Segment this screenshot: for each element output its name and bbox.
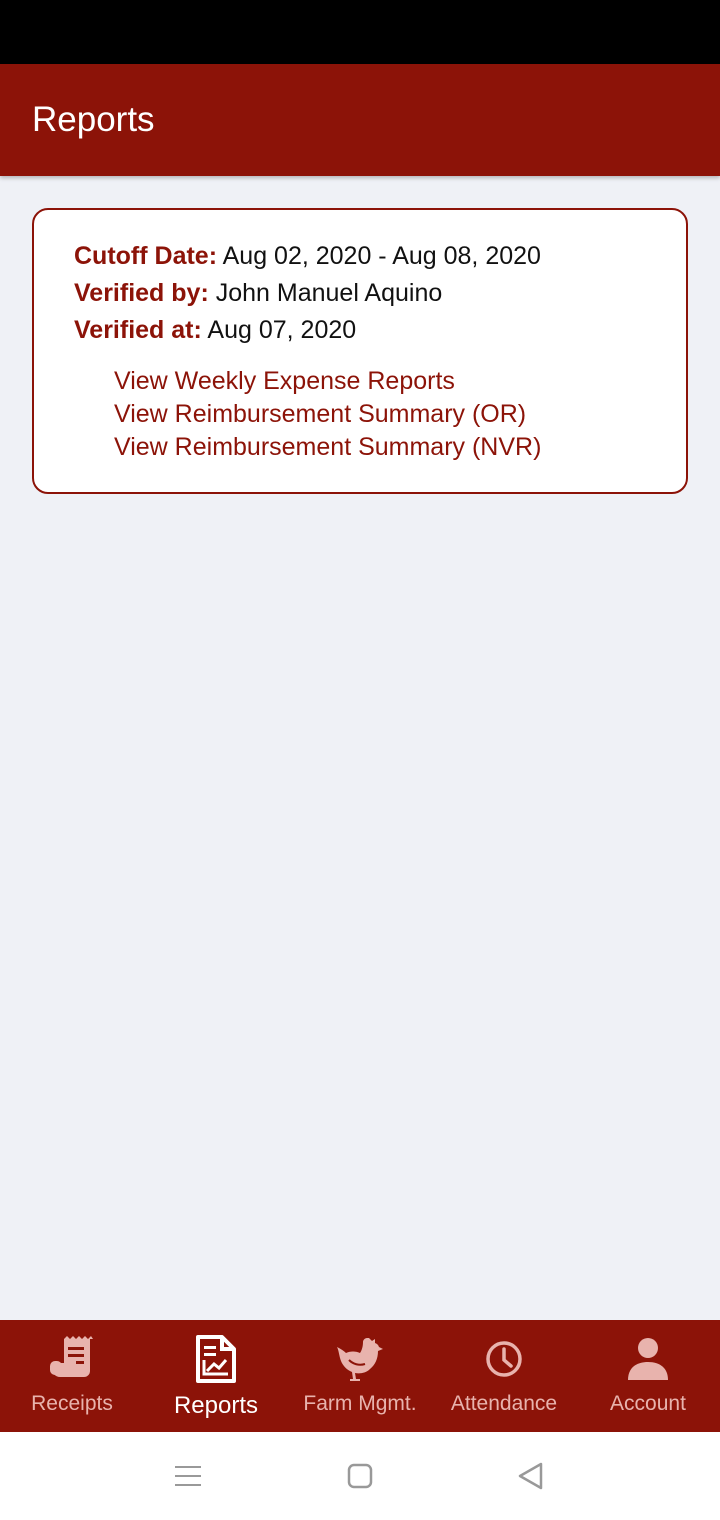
chicken-icon — [335, 1334, 385, 1384]
report-card: Cutoff Date: Aug 02, 2020 - Aug 08, 2020… — [32, 208, 688, 494]
cutoff-date-row: Cutoff Date: Aug 02, 2020 - Aug 08, 2020 — [74, 238, 646, 275]
nav-label-farm-mgmt: Farm Mgmt. — [303, 1392, 417, 1415]
nav-item-receipts[interactable]: Receipts — [0, 1320, 144, 1432]
home-icon[interactable] — [342, 1458, 378, 1494]
nav-item-attendance[interactable]: Attendance — [432, 1320, 576, 1432]
menu-icon[interactable] — [170, 1458, 206, 1494]
reimbursement-summary-nvr-link[interactable]: View Reimbursement Summary (NVR) — [114, 431, 646, 464]
nav-label-attendance: Attendance — [450, 1392, 558, 1415]
nav-item-farm-mgmt[interactable]: Farm Mgmt. — [288, 1320, 432, 1432]
user-icon — [623, 1334, 673, 1384]
system-nav-bar — [0, 1432, 720, 1520]
report-links: View Weekly Expense Reports View Reimbur… — [74, 365, 646, 464]
cutoff-date-label: Cutoff Date: — [74, 242, 218, 270]
verified-by-value: John Manuel Aquino — [215, 279, 443, 307]
weekly-expense-reports-link[interactable]: View Weekly Expense Reports — [114, 365, 646, 398]
clock-icon — [479, 1334, 529, 1384]
verified-by-label: Verified by: — [74, 279, 209, 307]
page-title: Reports — [32, 100, 155, 139]
cutoff-date-value: Aug 02, 2020 - Aug 08, 2020 — [222, 242, 541, 270]
verified-by-row: Verified by: John Manuel Aquino — [74, 275, 646, 312]
nav-label-account: Account — [610, 1392, 686, 1415]
receipt-icon — [47, 1334, 97, 1384]
nav-item-reports[interactable]: Reports — [144, 1320, 288, 1432]
nav-label-receipts: Receipts — [31, 1392, 113, 1415]
main-content: Cutoff Date: Aug 02, 2020 - Aug 08, 2020… — [0, 176, 720, 1320]
back-icon[interactable] — [512, 1458, 548, 1494]
reimbursement-summary-or-link[interactable]: View Reimbursement Summary (OR) — [114, 398, 646, 431]
verified-at-label: Verified at: — [74, 316, 202, 344]
nav-label-reports: Reports — [173, 1392, 259, 1419]
status-bar — [0, 0, 720, 64]
report-chart-icon — [191, 1334, 241, 1384]
verified-at-row: Verified at: Aug 07, 2020 — [74, 312, 646, 349]
app-bar: Reports — [0, 64, 720, 176]
verified-at-value: Aug 07, 2020 — [207, 316, 357, 344]
nav-item-account[interactable]: Account — [576, 1320, 720, 1432]
bottom-nav: Receipts Reports Farm Mgmt. Attendance A… — [0, 1320, 720, 1432]
